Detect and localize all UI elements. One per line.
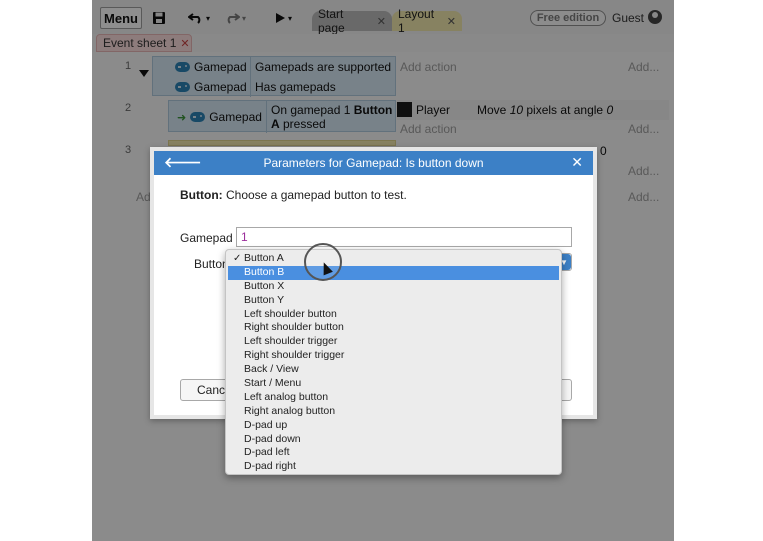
option-button-b[interactable]: Button B <box>228 265 559 280</box>
button-label: Button <box>194 257 229 271</box>
option-label: Start / Menu <box>244 377 302 390</box>
option-label: Button A <box>244 252 284 264</box>
checkmark-icon: ✓ <box>233 253 242 264</box>
option-button-a[interactable]: ✓ Button A <box>226 252 561 266</box>
option-right-shoulder-button[interactable]: Right shoulder button <box>226 321 561 335</box>
option-button-y[interactable]: Button Y <box>226 294 561 308</box>
option-label: Back / View <box>244 363 299 376</box>
option-label: D-pad down <box>244 432 301 445</box>
option-dpad-up[interactable]: D-pad up <box>226 419 561 433</box>
close-icon[interactable]: ✕ <box>571 154 583 171</box>
option-label: Right shoulder button <box>244 321 344 334</box>
option-label: Left shoulder button <box>244 307 337 320</box>
option-label: D-pad up <box>244 418 288 431</box>
dialog-title-bar: 🡐 Parameters for Gamepad: Is button down… <box>154 151 593 175</box>
option-dpad-left[interactable]: D-pad left <box>226 446 561 460</box>
parameter-name: Button: <box>180 188 223 202</box>
option-right-analog-button[interactable]: Right analog button <box>226 405 561 419</box>
gamepad-label: Gamepad <box>180 231 233 245</box>
option-label: Right shoulder trigger <box>244 349 345 362</box>
option-label: D-pad left <box>244 446 290 459</box>
parameter-description: Button: Choose a gamepad button to test. <box>180 188 407 202</box>
option-start-menu[interactable]: Start / Menu <box>226 377 561 391</box>
option-label: Right analog button <box>244 404 336 417</box>
option-left-analog-button[interactable]: Left analog button <box>226 391 561 405</box>
option-label: Button B <box>244 265 285 278</box>
gamepad-input[interactable] <box>236 227 572 247</box>
option-label: Left shoulder trigger <box>244 335 338 348</box>
option-right-shoulder-trigger[interactable]: Right shoulder trigger <box>226 349 561 363</box>
back-arrow-icon[interactable]: 🡐 <box>164 154 202 171</box>
option-left-shoulder-button[interactable]: Left shoulder button <box>226 308 561 322</box>
option-back-view[interactable]: Back / View <box>226 363 561 377</box>
option-dpad-down[interactable]: D-pad down <box>226 433 561 447</box>
option-dpad-right[interactable]: D-pad right <box>226 460 561 474</box>
option-button-x[interactable]: Button X <box>226 280 561 294</box>
option-label: Button X <box>244 279 285 292</box>
option-label: Button Y <box>244 293 285 306</box>
button-dropdown-list: ✓ Button A Button B Button X Button Y Lef… <box>225 249 562 475</box>
option-left-shoulder-trigger[interactable]: Left shoulder trigger <box>226 335 561 349</box>
parameter-help: Choose a gamepad button to test. <box>222 188 407 202</box>
dialog-title: Parameters for Gamepad: Is button down <box>263 156 484 170</box>
option-label: D-pad right <box>244 460 296 473</box>
option-label: Left analog button <box>244 390 329 403</box>
